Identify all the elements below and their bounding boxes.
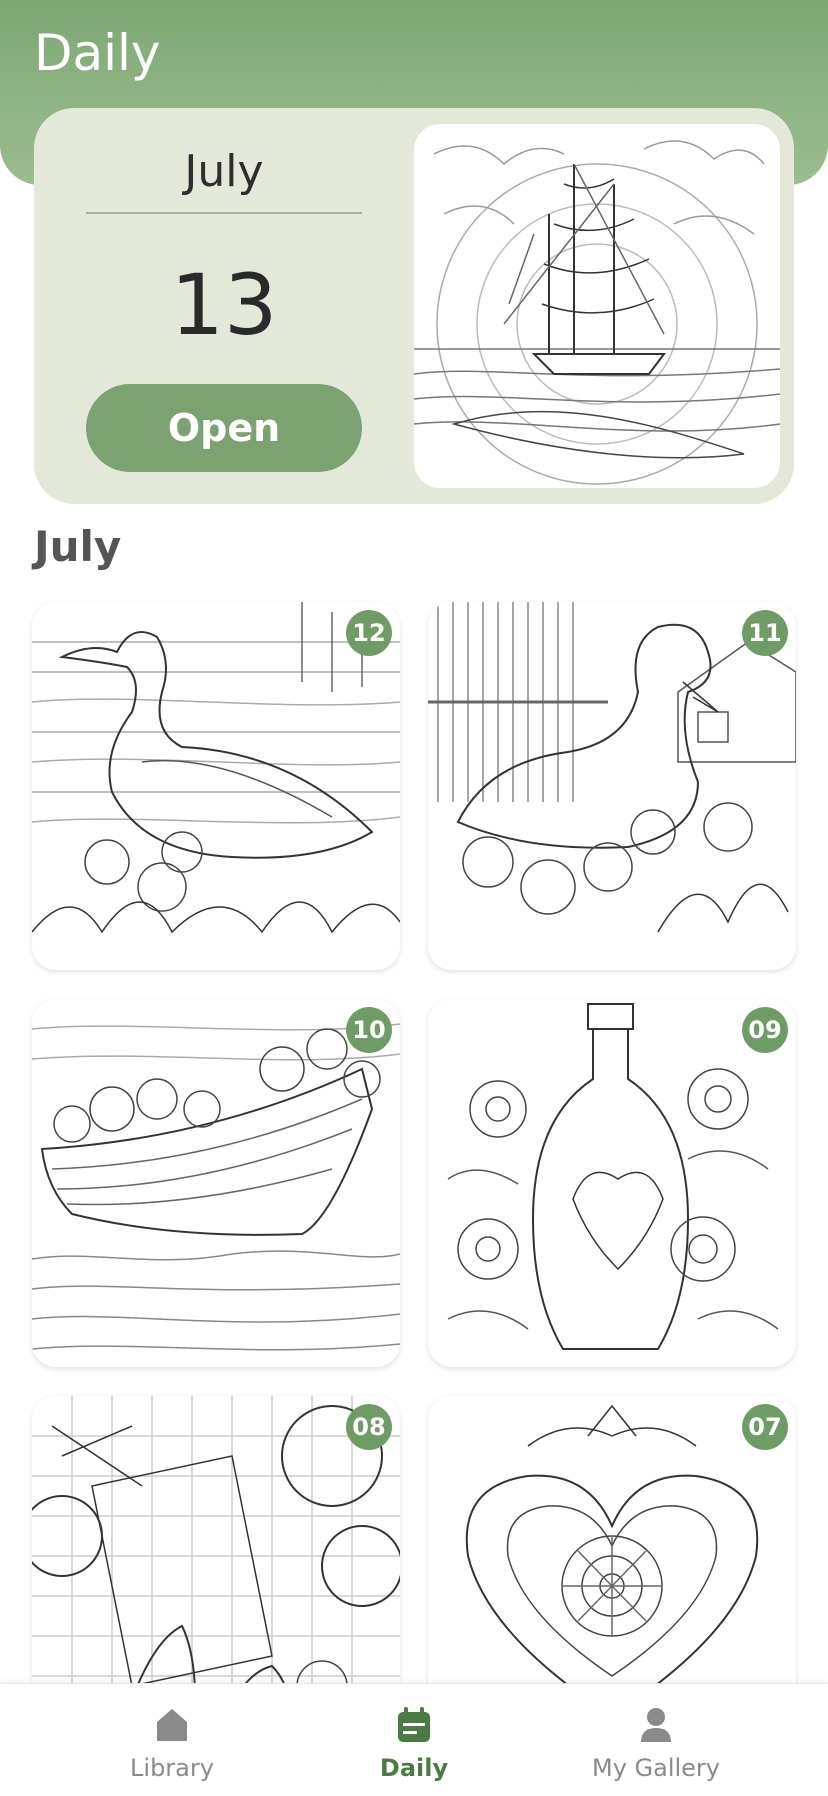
day-badge: 08: [346, 1404, 392, 1450]
bottle-illustration: [447, 1003, 779, 1350]
day-badge: 09: [742, 1007, 788, 1053]
artwork-tile-duck[interactable]: 12: [32, 602, 400, 970]
nav-label-daily: Daily: [379, 1754, 449, 1782]
section-title: July: [34, 522, 122, 571]
swan-illustration: [428, 602, 796, 933]
artwork-tile-swan[interactable]: 11: [428, 602, 796, 970]
user-icon: [641, 1708, 671, 1742]
calendar-icon: [398, 1707, 430, 1742]
home-icon: [157, 1709, 187, 1741]
ship-illustration: [414, 140, 780, 485]
day-badge: 07: [742, 1404, 788, 1450]
nav-item-library[interactable]: Library: [72, 1684, 272, 1796]
nav-label-my-gallery: My Gallery: [591, 1754, 720, 1782]
bottom-navigation: Library Daily My Gallery: [0, 1683, 828, 1796]
day-badge: 10: [346, 1007, 392, 1053]
nav-label-library: Library: [130, 1754, 214, 1782]
boat-illustration: [32, 1023, 400, 1351]
duck-illustration: [32, 602, 400, 934]
daily-card: July 13 Open: [34, 108, 794, 504]
daily-month: July: [184, 146, 264, 197]
daily-artwork-ship[interactable]: [414, 124, 780, 488]
day-badge: 12: [346, 610, 392, 656]
artwork-tile-boat[interactable]: 10: [32, 999, 400, 1367]
open-button[interactable]: Open: [86, 384, 362, 472]
page-title: Daily: [34, 24, 161, 82]
artwork-tile-bottle[interactable]: 09: [428, 999, 796, 1367]
divider: [86, 212, 362, 214]
day-badge: 11: [742, 610, 788, 656]
nav-item-daily[interactable]: Daily: [314, 1684, 514, 1796]
daily-day: 13: [170, 256, 278, 354]
nav-item-my-gallery[interactable]: My Gallery: [556, 1684, 756, 1796]
